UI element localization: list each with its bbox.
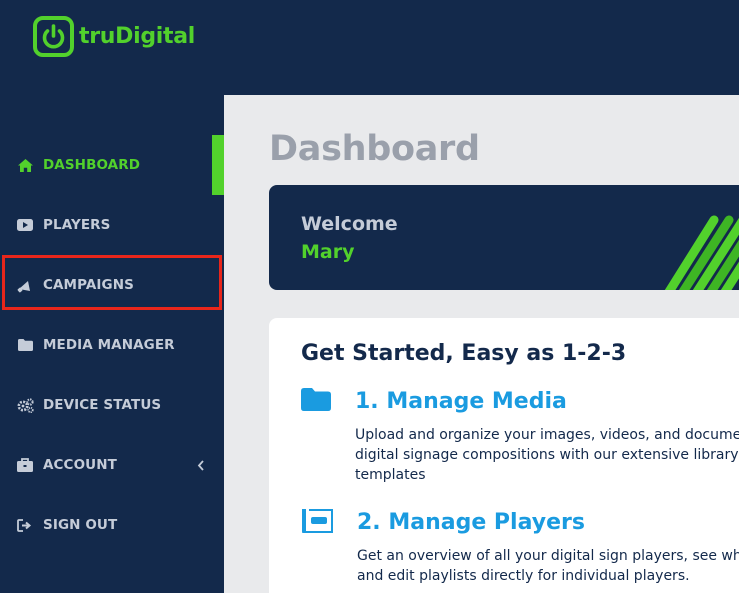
sidebar-item-dashboard[interactable]: DASHBOARD xyxy=(0,135,224,195)
sign-out-icon xyxy=(16,517,34,533)
brand-name: truDigital xyxy=(79,24,196,49)
briefcase-icon xyxy=(16,457,34,473)
sidebar-item-device-status[interactable]: DEVICE STATUS xyxy=(0,375,224,435)
sidebar-item-account[interactable]: ACCOUNT xyxy=(0,435,224,495)
folder-icon xyxy=(16,337,34,353)
home-icon xyxy=(16,157,34,173)
sidebar-item-label: PLAYERS xyxy=(43,217,111,233)
sidebar-item-label: ACCOUNT xyxy=(43,457,117,473)
chevron-left-icon[interactable] xyxy=(197,456,205,475)
folder-icon xyxy=(301,388,331,415)
sidebar-item-label: MEDIA MANAGER xyxy=(43,337,175,353)
power-icon xyxy=(33,16,74,57)
sidebar-item-players[interactable]: PLAYERS xyxy=(0,195,224,255)
sidebar-item-label: DEVICE STATUS xyxy=(43,397,162,413)
sidebar-item-label: DASHBOARD xyxy=(43,157,141,173)
welcome-label: Welcome xyxy=(301,213,398,235)
step-manage-players-link[interactable]: 2. Manage Players xyxy=(357,510,585,535)
step-manage-media-link[interactable]: 1. Manage Media xyxy=(355,389,567,414)
decorative-stripes xyxy=(664,215,739,290)
sidebar-item-label: SIGN OUT xyxy=(43,517,118,533)
user-name: Mary xyxy=(301,241,355,263)
player-icon xyxy=(301,507,335,537)
sidebar-item-sign-out[interactable]: SIGN OUT xyxy=(0,495,224,555)
welcome-banner: Welcome Mary xyxy=(269,185,739,290)
sidebar-item-media-manager[interactable]: MEDIA MANAGER xyxy=(0,315,224,375)
play-icon xyxy=(16,217,34,233)
main-content: Dashboard Welcome Mary Get Started, Easy… xyxy=(224,95,739,593)
sidebar-nav: DASHBOARD PLAYERS CAMPAIGNS MEDIA MANAGE… xyxy=(0,95,224,593)
page-title: Dashboard xyxy=(269,129,480,169)
get-started-title: Get Started, Easy as 1-2-3 xyxy=(301,341,627,366)
campaigns-highlight-box xyxy=(2,255,222,310)
step-manage-players-description: Get an overview of all your digital sign… xyxy=(357,548,739,584)
active-indicator xyxy=(212,135,224,195)
step-manage-media-description: Upload and organize your images, videos,… xyxy=(355,427,739,483)
trudigital-logo[interactable]: truDigital xyxy=(33,16,195,57)
gears-icon xyxy=(16,397,34,413)
get-started-card: Get Started, Easy as 1-2-3 1. Manage Med… xyxy=(269,318,739,593)
